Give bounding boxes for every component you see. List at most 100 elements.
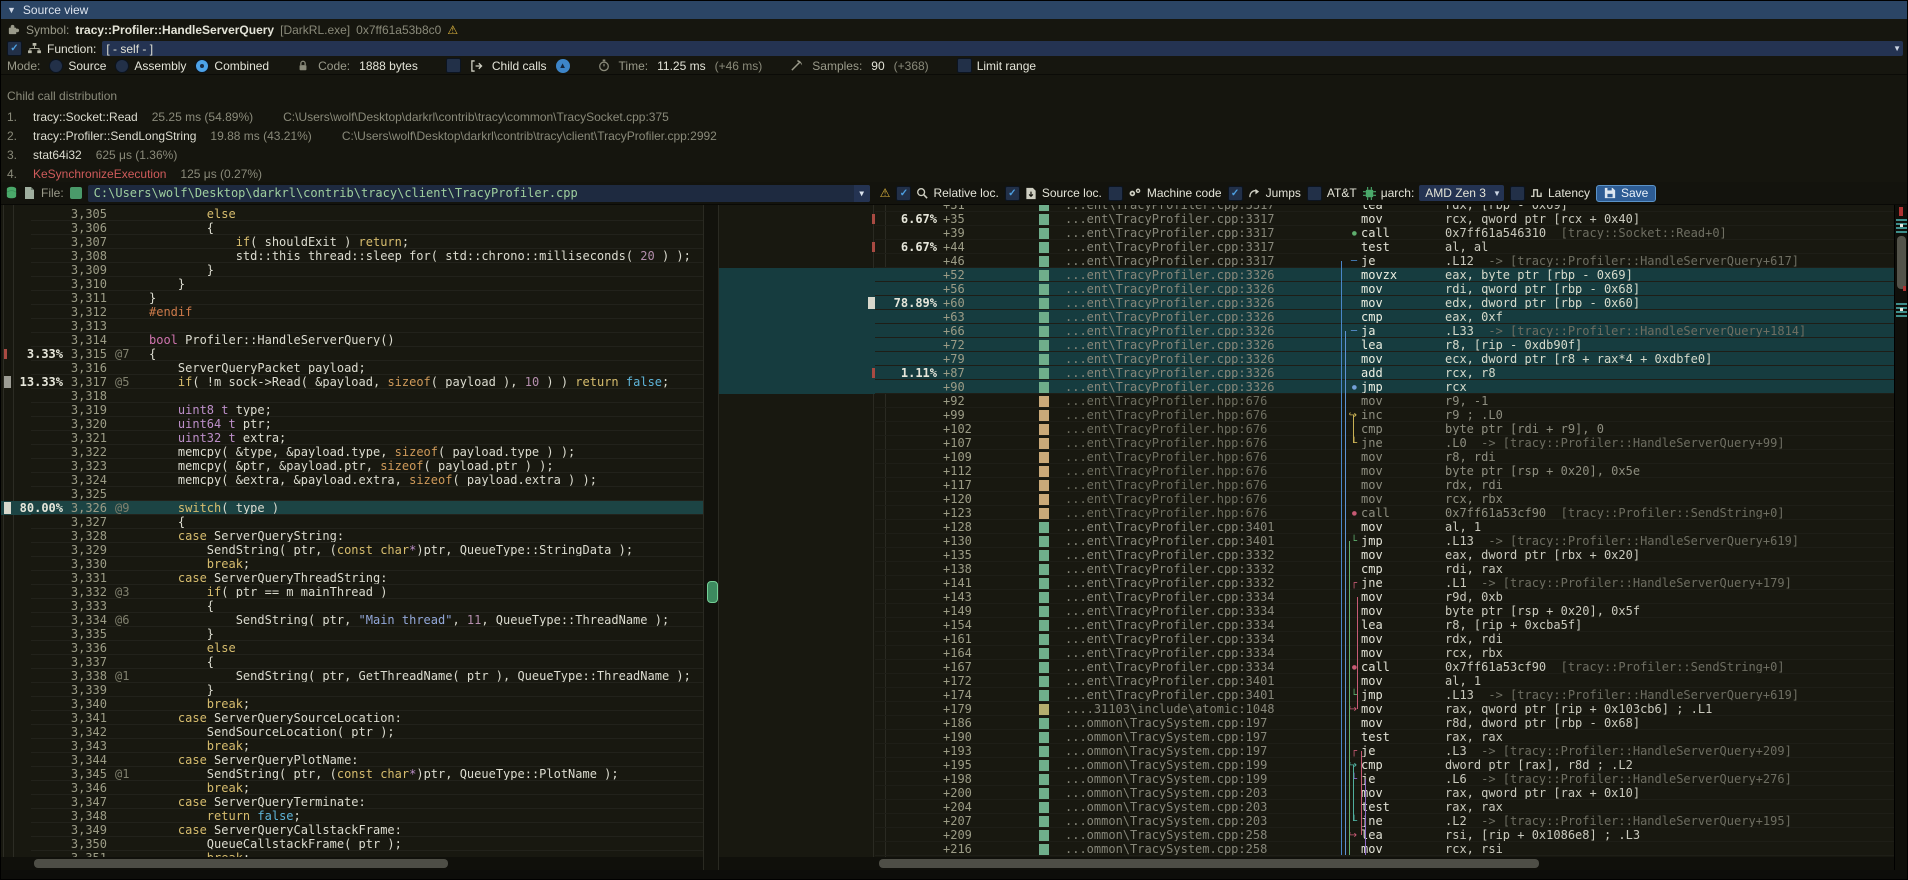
- source-line[interactable]: 3,322 memcpy( &type, &payload.type, size…: [1, 445, 703, 459]
- window-titlebar[interactable]: ▼ Source view: [1, 1, 1907, 19]
- asm-row[interactable]: +167...ent\TracyProfiler.cpp:3334●call0x…: [719, 660, 1907, 674]
- splitter-grip[interactable]: [707, 581, 718, 603]
- source-line[interactable]: 3,335 }: [1, 627, 703, 641]
- source-line[interactable]: 3,308 std::this_thread::sleep_for( std::…: [1, 249, 703, 263]
- asm-row[interactable]: +204...ommon\TracySystem.cpp:203testrax,…: [719, 800, 1907, 814]
- source-line[interactable]: 3,345@1 SendString( ptr, (const char*)pt…: [1, 767, 703, 781]
- source-line[interactable]: 3,314bool Profiler::HandleServerQuery(): [1, 333, 703, 347]
- child-calls-checkbox[interactable]: [446, 58, 461, 73]
- source-line[interactable]: 3,309 }: [1, 263, 703, 277]
- scroll-thumb[interactable]: [879, 859, 1539, 868]
- asm-row[interactable]: +186...ommon\TracySystem.cpp:197movr8d, …: [719, 716, 1907, 730]
- source-line[interactable]: 3,338@1 SendString( ptr, GetThreadName( …: [1, 669, 703, 683]
- att-option[interactable]: AT&T: [1307, 186, 1357, 201]
- source-line[interactable]: 3,336 else: [1, 641, 703, 655]
- scroll-thumb[interactable]: [1897, 236, 1906, 289]
- source-line[interactable]: 3,332@3 if( ptr == m_mainThread ): [1, 585, 703, 599]
- asm-row[interactable]: +112...ent\TracyProfiler.hpp:676movbyte …: [719, 464, 1907, 478]
- asm-row[interactable]: 6.67%+44...ent\TracyProfiler.cpp:3317tes…: [719, 240, 1907, 254]
- asm-row[interactable]: +200...ommon\TracySystem.cpp:203movrax, …: [719, 786, 1907, 800]
- source-line[interactable]: 3,324 memcpy( &extra, &payload.extra, si…: [1, 473, 703, 487]
- asm-row[interactable]: +128...ent\TracyProfiler.cpp:3401moval, …: [719, 520, 1907, 534]
- asm-vscrollbar[interactable]: [1894, 205, 1907, 870]
- asm-row[interactable]: +207...ommon\TracySystem.cpp:203└jne.L2 …: [719, 814, 1907, 828]
- radio-icon[interactable]: [49, 59, 63, 73]
- source-line[interactable]: 3,349 case ServerQueryCallstackFrame:: [1, 823, 703, 837]
- asm-row[interactable]: +66...ent\TracyProfiler.cpp:3326─ja.L33 …: [719, 324, 1907, 338]
- chevron-down-icon[interactable]: ▼: [1893, 44, 1901, 53]
- source-line[interactable]: 13.33%3,317@5 if( !m_sock->Read( &payloa…: [1, 375, 703, 389]
- asm-row[interactable]: +109...ent\TracyProfiler.hpp:676movr8, r…: [719, 450, 1907, 464]
- asm-row[interactable]: +56...ent\TracyProfiler.cpp:3326movrdi, …: [719, 282, 1907, 296]
- source-line[interactable]: 3,320 uint64_t ptr;: [1, 417, 703, 431]
- source-line[interactable]: 3,337 {: [1, 655, 703, 669]
- source-line[interactable]: 3.33%3,315@7{: [1, 347, 703, 361]
- source-line[interactable]: 3,319 uint8_t type;: [1, 403, 703, 417]
- source-line[interactable]: 3,325: [1, 487, 703, 501]
- asm-hscrollbar[interactable]: [719, 857, 1894, 870]
- source-line[interactable]: 3,310 }: [1, 277, 703, 291]
- asm-row[interactable]: +149...ent\TracyProfiler.cpp:3334movbyte…: [719, 604, 1907, 618]
- source-line[interactable]: 3,321 uint32_t extra;: [1, 431, 703, 445]
- limit-range-option[interactable]: Limit range: [957, 58, 1036, 73]
- asm-row[interactable]: +172...ent\TracyProfiler.cpp:3401moval, …: [719, 674, 1907, 688]
- relative-loc-checkbox[interactable]: ✓: [896, 186, 911, 201]
- asm-warning-icon[interactable]: ⚠: [880, 186, 891, 200]
- asm-row[interactable]: +164...ent\TracyProfiler.cpp:3334movrcx,…: [719, 646, 1907, 660]
- mode-option-source[interactable]: Source: [49, 59, 106, 73]
- asm-row[interactable]: 78.89%+60...ent\TracyProfiler.cpp:3326mo…: [719, 296, 1907, 310]
- source-line[interactable]: 3,305 else: [1, 207, 703, 221]
- source-line[interactable]: 3,313: [1, 319, 703, 333]
- source-pane[interactable]: 3,305 else3,306 {3,307 if( shouldExit ) …: [1, 205, 703, 870]
- asm-row[interactable]: +216...ommon\TracySystem.cpp:258movrcx, …: [719, 842, 1907, 856]
- att-checkbox[interactable]: [1307, 186, 1322, 201]
- asm-row[interactable]: +46...ent\TracyProfiler.cpp:3317─je.L12 …: [719, 254, 1907, 268]
- radio-icon[interactable]: [115, 59, 129, 73]
- asm-row[interactable]: +63...ent\TracyProfiler.cpp:3326cmpeax, …: [719, 310, 1907, 324]
- source-line[interactable]: 3,348 return false;: [1, 809, 703, 823]
- asm-row[interactable]: 1.11%+87...ent\TracyProfiler.cpp:3326add…: [719, 366, 1907, 380]
- function-checkbox[interactable]: ✓: [7, 41, 22, 56]
- asm-row[interactable]: +179....31103\include\atomic:1048↪movrax…: [719, 702, 1907, 716]
- source-line[interactable]: 3,346 break;: [1, 781, 703, 795]
- source-line[interactable]: 3,318: [1, 389, 703, 403]
- latency-option[interactable]: Latency: [1510, 186, 1590, 201]
- asm-row[interactable]: 6.67%+35...ent\TracyProfiler.cpp:3317mov…: [719, 212, 1907, 226]
- mode-option-combined[interactable]: Combined: [195, 59, 269, 73]
- source-line[interactable]: 3,316 ServerQueryPacket payload;: [1, 361, 703, 375]
- machine-code-checkbox[interactable]: [1108, 186, 1123, 201]
- chevron-down-icon[interactable]: ▼: [854, 185, 870, 202]
- source-line[interactable]: 3,339 }: [1, 683, 703, 697]
- radio-selected-icon[interactable]: [195, 59, 209, 73]
- asm-row[interactable]: +143...ent\TracyProfiler.cpp:3334movr9d,…: [719, 590, 1907, 604]
- child-call-item[interactable]: 4.KeSynchronizeExecution125 μs (0.27%): [7, 166, 262, 182]
- source-line[interactable]: 3,328 case ServerQueryString:: [1, 529, 703, 543]
- chevron-down-icon[interactable]: ▼: [1493, 189, 1501, 198]
- source-line[interactable]: 3,306 {: [1, 221, 703, 235]
- source-line[interactable]: 3,307 if( shouldExit ) return;: [1, 235, 703, 249]
- source-line[interactable]: 3,340 break;: [1, 697, 703, 711]
- machine-code-option[interactable]: Machine code: [1108, 186, 1222, 201]
- scroll-thumb[interactable]: [34, 859, 448, 868]
- asm-row[interactable]: +193...ommon\TracySystem.cpp:197┌je.L3 -…: [719, 744, 1907, 758]
- source-line[interactable]: 3,343 break;: [1, 739, 703, 753]
- asm-row[interactable]: +120...ent\TracyProfiler.hpp:676movrcx, …: [719, 492, 1907, 506]
- source-loc-option[interactable]: ✓ Source loc.: [1005, 186, 1102, 201]
- asm-row[interactable]: +92...ent\TracyProfiler.hpp:676movr9, -1: [719, 394, 1907, 408]
- source-line[interactable]: 3,312#endif: [1, 305, 703, 319]
- asm-row[interactable]: +141...ent\TracyProfiler.cpp:3332┌jne.L1…: [719, 576, 1907, 590]
- uarch-select[interactable]: AMD Zen 3 ▼: [1419, 185, 1504, 201]
- source-line[interactable]: 3,342 SendSourceLocation( ptr );: [1, 725, 703, 739]
- child-calls-collapse-button[interactable]: ▲: [556, 59, 570, 73]
- source-line[interactable]: 3,331 case ServerQueryThreadString:: [1, 571, 703, 585]
- asm-row[interactable]: +198...ommon\TracySystem.cpp:199└je.L6 -…: [719, 772, 1907, 786]
- source-line[interactable]: 3,329 SendString( ptr, (const char*)ptr,…: [1, 543, 703, 557]
- source-line[interactable]: 3,330 break;: [1, 557, 703, 571]
- source-line[interactable]: 3,334@6 SendString( ptr, "Main thread", …: [1, 613, 703, 627]
- child-call-item[interactable]: 3.stat64i32625 μs (1.36%): [7, 147, 177, 163]
- source-line[interactable]: 3,341 case ServerQuerySourceLocation:: [1, 711, 703, 725]
- jumps-option[interactable]: ✓ Jumps: [1228, 186, 1301, 201]
- asm-row[interactable]: +161...ent\TracyProfiler.cpp:3334movrdx,…: [719, 632, 1907, 646]
- asm-row[interactable]: +154...ent\TracyProfiler.cpp:3334lear8, …: [719, 618, 1907, 632]
- save-button[interactable]: Save: [1596, 185, 1656, 202]
